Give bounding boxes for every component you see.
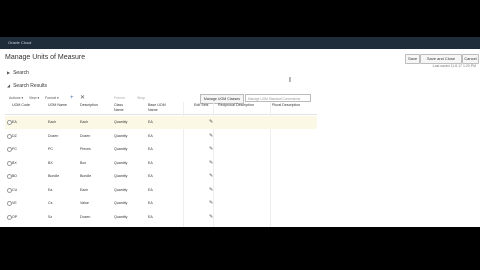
cell-uom-code: EA xyxy=(12,120,17,124)
cell-uom-code: OP xyxy=(12,215,18,219)
cell-uom-name: Bundle xyxy=(48,174,60,178)
cell-uom-code: PC xyxy=(12,147,17,151)
cell-uom-name: Sz xyxy=(48,215,53,219)
edit-sets-icon[interactable]: ✎ xyxy=(209,214,213,220)
delete-x-icon[interactable]: ✕ xyxy=(80,95,85,102)
table-row[interactable]: BD Bundle Bundle Quantity EA ✎ xyxy=(5,170,317,183)
cancel-button[interactable]: Cancel xyxy=(462,54,479,64)
cell-uom-name: Each xyxy=(48,120,57,124)
col-uom-name[interactable]: UOM Name xyxy=(48,103,67,108)
view-menu[interactable]: View ▾ xyxy=(29,95,39,102)
edit-sets-icon[interactable]: ✎ xyxy=(209,119,213,125)
manage-uom-standard-conversions-button[interactable]: Manage UOM Standard Conversions xyxy=(245,94,311,102)
cell-class-name: Quantity xyxy=(114,174,128,178)
last-saved-text: Last saved 11.8.17 1:20 PM xyxy=(432,64,476,68)
app-window: { "app": { "brand": "Oracle Cloud" }, "p… xyxy=(0,37,480,227)
edit-sets-icon[interactable]: ✎ xyxy=(209,187,213,193)
table-row[interactable]: EA Each Each Quantity EA ✎ xyxy=(5,116,317,129)
cell-class-name: Quantity xyxy=(114,188,128,192)
search-section-label: Search xyxy=(13,70,29,76)
col-description[interactable]: Description xyxy=(80,103,98,108)
cell-base-uom-name: EA xyxy=(148,120,153,124)
cell-description: Each xyxy=(80,188,89,192)
cell-class-name: Quantity xyxy=(114,147,128,151)
cell-base-uom-name: EA xyxy=(148,188,153,192)
cell-uom-code: BD xyxy=(12,174,17,178)
cell-description: Pieces xyxy=(80,147,91,151)
col-plural-description[interactable]: Plural Description xyxy=(272,103,300,108)
mouse-cursor-icon: I xyxy=(289,77,291,84)
collapsed-arrow-icon: ▶ xyxy=(7,70,11,75)
cell-uom-name: BX xyxy=(48,161,53,165)
cell-base-uom-name: EA xyxy=(148,161,153,165)
table-row[interactable]: DZ Dozen Dozen Quantity EA ✎ xyxy=(5,130,317,143)
cell-uom-name: Dozen xyxy=(48,134,59,138)
edit-sets-icon[interactable]: ✎ xyxy=(209,146,213,152)
cell-uom-name: Cs xyxy=(48,201,53,205)
save-button[interactable]: Save xyxy=(405,54,420,64)
cell-class-name: Quantity xyxy=(114,120,128,124)
cell-description: Dozen xyxy=(80,215,91,219)
plus-icon[interactable]: + xyxy=(70,95,74,102)
cell-uom-code: CU xyxy=(12,188,18,192)
edit-sets-icon[interactable]: ✎ xyxy=(209,160,213,166)
col-edit-sets[interactable]: Edit Sets xyxy=(194,103,208,108)
cell-base-uom-name: EA xyxy=(148,134,153,138)
table-row[interactable]: OP Sz Dozen Quantity EA ✎ xyxy=(5,211,317,224)
save-and-close-button[interactable]: Save and Close xyxy=(420,54,462,64)
cell-base-uom-name: EA xyxy=(148,147,153,151)
col-class-name[interactable]: Class Name xyxy=(114,103,132,112)
edit-sets-icon[interactable]: ✎ xyxy=(209,173,213,179)
cell-uom-name: PC xyxy=(48,147,53,151)
cell-base-uom-name: EA xyxy=(148,201,153,205)
freeze-button[interactable]: Freeze xyxy=(114,95,125,102)
cell-class-name: Quantity xyxy=(114,215,128,219)
col-reciprocal-description[interactable]: Reciprocal Description xyxy=(218,103,254,108)
cell-description: Dozen xyxy=(80,134,91,138)
cell-class-name: Quantity xyxy=(114,161,128,165)
col-uom-code[interactable]: UOM Code xyxy=(12,103,30,108)
table-row[interactable]: BX BX Box Quantity EA ✎ xyxy=(5,157,317,170)
cell-base-uom-name: EA xyxy=(148,215,153,219)
actions-menu[interactable]: Actions ▾ xyxy=(9,95,23,102)
expanded-arrow-icon: ◢ xyxy=(7,83,11,88)
table-row[interactable]: CU Ea Each Quantity EA ✎ xyxy=(5,184,317,197)
cell-class-name: Quantity xyxy=(114,134,128,138)
search-results-label: Search Results xyxy=(13,83,47,89)
top-bar: Oracle Cloud xyxy=(0,37,480,49)
cell-description: Bundle xyxy=(80,174,92,178)
table-row[interactable]: PC PC Pieces Quantity EA ✎ xyxy=(5,143,317,156)
cell-uom-code: DZ xyxy=(12,134,17,138)
search-section-toggle[interactable]: ▶ Search xyxy=(7,70,29,76)
cell-uom-name: Ea xyxy=(48,188,53,192)
col-base-uom-name[interactable]: Base UOM Name xyxy=(148,103,172,112)
brand-logo: Oracle Cloud xyxy=(8,40,32,45)
cell-description: Value xyxy=(80,201,89,205)
table-row[interactable]: VE Cs Value Quantity EA ✎ xyxy=(5,197,317,210)
wrap-button[interactable]: Wrap xyxy=(137,95,145,102)
cell-uom-code: VE xyxy=(12,201,17,205)
cell-description: Box xyxy=(80,161,87,165)
edit-sets-icon[interactable]: ✎ xyxy=(209,200,213,206)
cell-base-uom-name: EA xyxy=(148,174,153,178)
cell-class-name: Quantity xyxy=(114,201,128,205)
format-menu[interactable]: Format ▾ xyxy=(45,95,59,102)
cell-uom-code: BX xyxy=(12,161,17,165)
search-results-section[interactable]: ◢ Search Results xyxy=(7,83,47,89)
page-title: Manage Units of Measure xyxy=(5,54,86,61)
edit-sets-icon[interactable]: ✎ xyxy=(209,133,213,139)
cell-description: Each xyxy=(80,120,89,124)
